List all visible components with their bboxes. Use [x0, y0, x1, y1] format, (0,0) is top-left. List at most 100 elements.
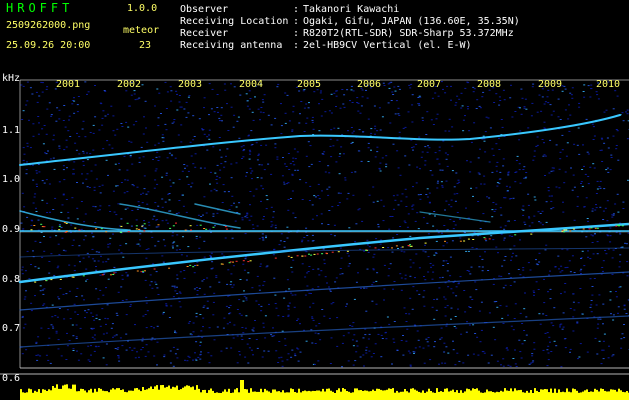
noise-pixel — [169, 86, 172, 88]
noise-pixel — [190, 155, 193, 157]
noise-pixel — [157, 240, 160, 242]
noise-pixel — [590, 304, 593, 306]
noise-pixel — [23, 298, 26, 300]
meteor-bar-column — [104, 391, 106, 400]
echo-dot — [136, 270, 139, 272]
noise-pixel — [185, 211, 188, 213]
noise-pixel — [42, 143, 45, 145]
noise-pixel — [507, 171, 510, 173]
noise-pixel — [156, 88, 159, 90]
noise-pixel — [263, 169, 266, 171]
noise-pixel — [593, 135, 596, 137]
noise-pixel — [598, 294, 601, 296]
noise-pixel — [469, 273, 472, 275]
noise-pixel — [271, 224, 274, 226]
noise-pixel — [193, 288, 196, 290]
noise-pixel — [614, 90, 617, 92]
noise-pixel — [558, 268, 560, 270]
noise-pixel — [460, 107, 463, 109]
noise-pixel — [595, 207, 598, 209]
noise-pixel — [610, 313, 612, 315]
noise-pixel — [314, 363, 316, 365]
noise-pixel — [612, 314, 615, 316]
noise-pixel — [412, 262, 415, 264]
meteor-bar-column — [144, 389, 146, 400]
noise-pixel — [99, 192, 102, 194]
noise-pixel — [198, 287, 201, 289]
noise-pixel — [438, 363, 440, 365]
noise-pixel — [366, 268, 369, 270]
meteor-bar-column — [404, 389, 406, 400]
noise-pixel — [279, 240, 282, 242]
noise-pixel — [433, 346, 436, 348]
noise-pixel — [147, 351, 150, 353]
echo-dot — [141, 225, 144, 227]
noise-pixel — [389, 263, 392, 265]
noise-pixel — [166, 222, 169, 224]
noise-pixel — [49, 158, 52, 160]
noise-pixel — [203, 97, 206, 99]
noise-pixel — [559, 326, 561, 328]
noise-pixel — [625, 313, 628, 314]
noise-pixel — [445, 158, 448, 160]
noise-pixel — [469, 307, 472, 308]
noise-pixel — [510, 259, 512, 261]
noise-pixel — [472, 353, 475, 355]
noise-pixel — [352, 90, 355, 92]
meteor-bar-column — [350, 392, 352, 400]
noise-pixel — [525, 334, 528, 336]
noise-pixel — [208, 134, 210, 136]
noise-pixel — [409, 364, 412, 366]
noise-pixel — [560, 265, 563, 267]
noise-pixel — [362, 337, 365, 339]
noise-pixel — [219, 149, 221, 151]
noise-pixel — [156, 325, 159, 327]
noise-pixel — [549, 104, 552, 106]
noise-pixel — [327, 165, 330, 167]
noise-pixel — [30, 264, 32, 265]
info-observer: Observer: Takanori Kawachi — [180, 4, 400, 15]
noise-pixel — [365, 352, 368, 354]
noise-pixel — [438, 146, 441, 148]
noise-pixel — [505, 185, 508, 187]
noise-pixel — [31, 93, 34, 95]
meteor-bar-column — [216, 392, 218, 400]
noise-pixel — [600, 149, 603, 151]
meteor-bar-column — [264, 388, 266, 400]
noise-pixel — [595, 204, 597, 206]
noise-pixel — [58, 181, 61, 183]
noise-pixel — [242, 150, 245, 152]
meteor-bar-column — [64, 384, 66, 400]
noise-pixel — [227, 269, 230, 271]
noise-pixel — [58, 147, 61, 149]
noise-pixel — [503, 237, 506, 239]
noise-pixel — [385, 155, 388, 157]
noise-pixel — [317, 195, 320, 196]
noise-pixel — [424, 160, 427, 162]
noise-pixel — [586, 351, 589, 353]
meteor-bar-column — [210, 388, 212, 400]
noise-pixel — [591, 286, 594, 287]
noise-pixel — [224, 89, 227, 91]
meteor-bar-column — [470, 390, 472, 400]
noise-pixel — [408, 84, 411, 86]
noise-pixel — [491, 171, 494, 173]
noise-pixel — [547, 187, 550, 188]
meteor-bar-column — [530, 390, 532, 400]
noise-pixel — [346, 303, 348, 305]
noise-pixel — [432, 264, 435, 266]
echo-dot — [112, 274, 115, 275]
noise-pixel — [58, 224, 61, 226]
noise-pixel — [418, 267, 421, 269]
noise-pixel — [450, 85, 452, 87]
noise-pixel — [72, 335, 75, 337]
noise-pixel — [365, 310, 368, 312]
noise-pixel — [571, 189, 574, 191]
noise-pixel — [178, 249, 181, 250]
noise-pixel — [608, 345, 610, 347]
noise-pixel — [615, 148, 618, 150]
noise-pixel — [502, 358, 505, 360]
noise-pixel — [407, 213, 410, 215]
noise-pixel — [458, 181, 461, 183]
meteor-bar-column — [204, 389, 206, 400]
